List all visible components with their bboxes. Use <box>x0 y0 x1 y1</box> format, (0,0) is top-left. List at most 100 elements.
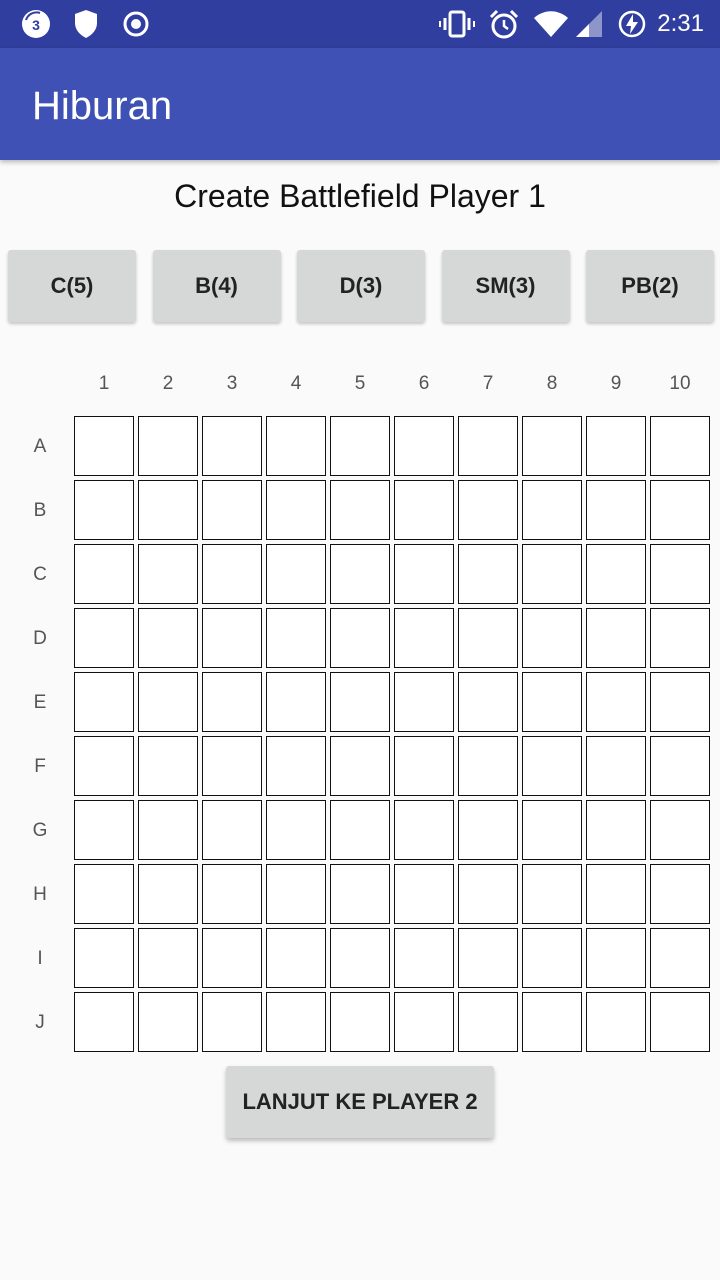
grid-cell[interactable] <box>202 608 262 668</box>
grid-cell[interactable] <box>202 416 262 476</box>
grid-cell[interactable] <box>394 416 454 476</box>
grid-cell[interactable] <box>458 992 518 1052</box>
grid-cell[interactable] <box>138 608 198 668</box>
grid-cell[interactable] <box>522 416 582 476</box>
grid-cell[interactable] <box>330 928 390 988</box>
grid-cell[interactable] <box>586 544 646 604</box>
grid-cell[interactable] <box>74 800 134 860</box>
grid-cell[interactable] <box>74 480 134 540</box>
next-player-button[interactable]: LANJUT KE PLAYER 2 <box>226 1066 494 1138</box>
grid-cell[interactable] <box>522 672 582 732</box>
grid-cell[interactable] <box>650 864 710 924</box>
grid-cell[interactable] <box>586 736 646 796</box>
grid-cell[interactable] <box>266 864 326 924</box>
grid-cell[interactable] <box>650 992 710 1052</box>
grid-cell[interactable] <box>330 864 390 924</box>
grid-cell[interactable] <box>458 416 518 476</box>
grid-cell[interactable] <box>330 992 390 1052</box>
grid-cell[interactable] <box>138 416 198 476</box>
grid-cell[interactable] <box>266 928 326 988</box>
grid-cell[interactable] <box>586 672 646 732</box>
ship-button-submarine[interactable]: SM(3) <box>441 250 570 322</box>
ship-button-battleship[interactable]: B(4) <box>152 250 281 322</box>
grid-cell[interactable] <box>330 736 390 796</box>
grid-cell[interactable] <box>202 992 262 1052</box>
grid-cell[interactable] <box>138 672 198 732</box>
grid-cell[interactable] <box>458 800 518 860</box>
grid-cell[interactable] <box>330 416 390 476</box>
grid-cell[interactable] <box>650 480 710 540</box>
grid-cell[interactable] <box>202 480 262 540</box>
grid-cell[interactable] <box>458 544 518 604</box>
grid-cell[interactable] <box>266 672 326 732</box>
grid-cell[interactable] <box>650 416 710 476</box>
ship-button-carrier[interactable]: C(5) <box>8 250 136 322</box>
grid-cell[interactable] <box>458 608 518 668</box>
grid-cell[interactable] <box>330 480 390 540</box>
ship-button-destroyer[interactable]: D(3) <box>297 250 425 322</box>
grid-cell[interactable] <box>458 864 518 924</box>
grid-cell[interactable] <box>650 608 710 668</box>
grid-cell[interactable] <box>586 608 646 668</box>
grid-cell[interactable] <box>586 416 646 476</box>
grid-cell[interactable] <box>138 800 198 860</box>
grid-cell[interactable] <box>266 544 326 604</box>
grid-cell[interactable] <box>74 608 134 668</box>
grid-cell[interactable] <box>650 736 710 796</box>
grid-cell[interactable] <box>394 480 454 540</box>
grid-cell[interactable] <box>522 928 582 988</box>
grid-cell[interactable] <box>138 480 198 540</box>
grid-cell[interactable] <box>586 800 646 860</box>
grid-cell[interactable] <box>394 928 454 988</box>
grid-cell[interactable] <box>522 608 582 668</box>
grid-cell[interactable] <box>202 544 262 604</box>
grid-cell[interactable] <box>586 928 646 988</box>
grid-cell[interactable] <box>74 928 134 988</box>
grid-cell[interactable] <box>458 928 518 988</box>
grid-cell[interactable] <box>138 992 198 1052</box>
grid-cell[interactable] <box>394 736 454 796</box>
grid-cell[interactable] <box>202 928 262 988</box>
grid-cell[interactable] <box>202 672 262 732</box>
grid-cell[interactable] <box>266 736 326 796</box>
grid-cell[interactable] <box>266 800 326 860</box>
grid-cell[interactable] <box>74 672 134 732</box>
grid-cell[interactable] <box>202 800 262 860</box>
grid-cell[interactable] <box>522 864 582 924</box>
grid-cell[interactable] <box>586 480 646 540</box>
grid-cell[interactable] <box>394 544 454 604</box>
grid-cell[interactable] <box>138 928 198 988</box>
grid-cell[interactable] <box>138 736 198 796</box>
grid-cell[interactable] <box>266 416 326 476</box>
grid-cell[interactable] <box>586 864 646 924</box>
grid-cell[interactable] <box>458 672 518 732</box>
grid-cell[interactable] <box>74 864 134 924</box>
grid-cell[interactable] <box>650 672 710 732</box>
grid-cell[interactable] <box>650 928 710 988</box>
grid-cell[interactable] <box>138 544 198 604</box>
ship-button-patrol-boat[interactable]: PB(2) <box>586 250 714 322</box>
grid-cell[interactable] <box>330 544 390 604</box>
grid-cell[interactable] <box>202 864 262 924</box>
grid-cell[interactable] <box>394 864 454 924</box>
grid-cell[interactable] <box>394 992 454 1052</box>
grid-cell[interactable] <box>202 736 262 796</box>
grid-cell[interactable] <box>138 864 198 924</box>
grid-cell[interactable] <box>522 800 582 860</box>
grid-cell[interactable] <box>522 992 582 1052</box>
grid-cell[interactable] <box>266 608 326 668</box>
grid-cell[interactable] <box>522 480 582 540</box>
grid-cell[interactable] <box>74 544 134 604</box>
grid-cell[interactable] <box>74 416 134 476</box>
grid-cell[interactable] <box>522 736 582 796</box>
grid-cell[interactable] <box>330 608 390 668</box>
grid-cell[interactable] <box>586 992 646 1052</box>
grid-cell[interactable] <box>266 480 326 540</box>
grid-cell[interactable] <box>394 608 454 668</box>
grid-cell[interactable] <box>74 736 134 796</box>
grid-cell[interactable] <box>650 800 710 860</box>
grid-cell[interactable] <box>458 736 518 796</box>
grid-cell[interactable] <box>266 992 326 1052</box>
grid-cell[interactable] <box>74 992 134 1052</box>
grid-cell[interactable] <box>522 544 582 604</box>
